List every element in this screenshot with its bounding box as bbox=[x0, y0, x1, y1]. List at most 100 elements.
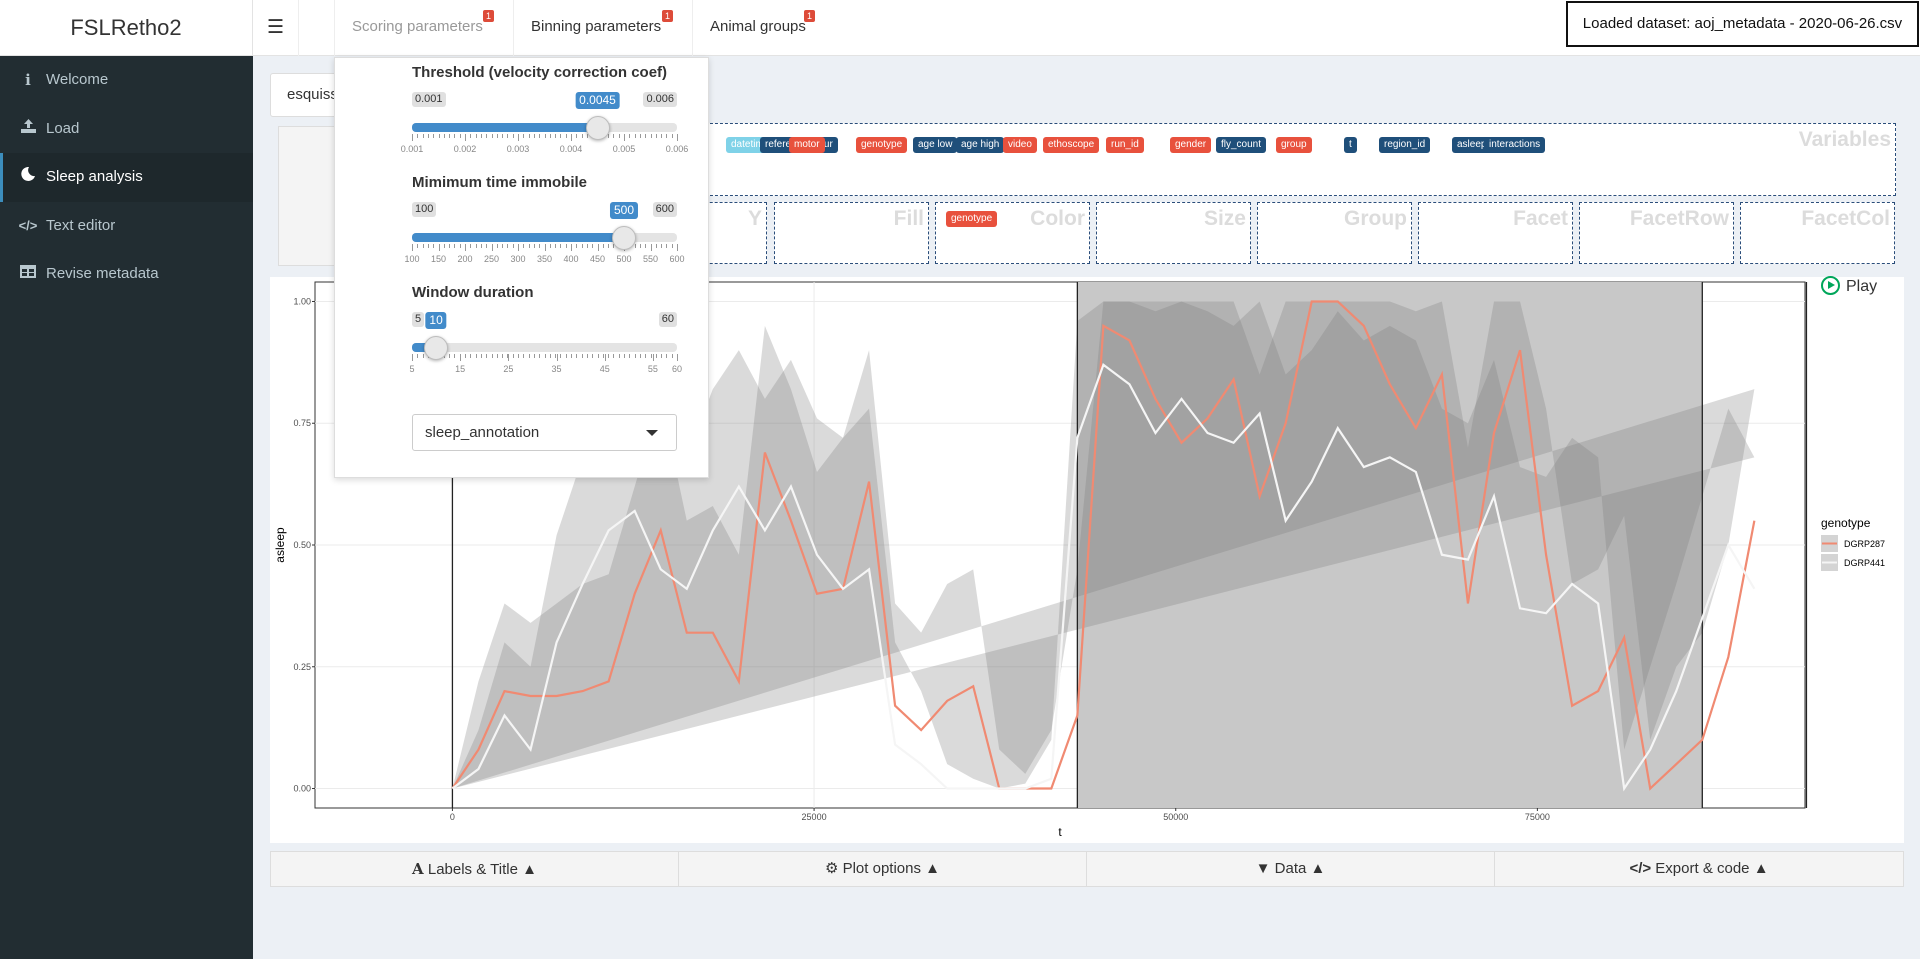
dropzone-color[interactable]: Color genotype bbox=[935, 202, 1090, 264]
data-label: Data bbox=[1274, 860, 1307, 877]
sidebar-item-label: Load bbox=[46, 119, 80, 137]
slider-title: Mimimum time immobile bbox=[412, 174, 588, 191]
slider-handle[interactable] bbox=[424, 336, 449, 360]
slider-1[interactable]: Mimimum time immobile 100 600 500 100 150 200 2… bbox=[404, 174, 684, 264]
info-icon: i bbox=[25, 71, 31, 89]
sidebar-toggle-button[interactable]: ☰ bbox=[253, 0, 299, 56]
dropzone-title: Facet bbox=[1513, 207, 1568, 230]
slider-ticks bbox=[412, 134, 678, 142]
caret-up-icon: ▲ bbox=[925, 860, 941, 877]
slider-track[interactable] bbox=[412, 343, 677, 352]
variable-chip-interactions[interactable]: interactions bbox=[1484, 137, 1546, 153]
y-tick-label: 0.00 bbox=[293, 784, 311, 794]
variable-chip-group[interactable]: group bbox=[1276, 137, 1312, 153]
slider-tick-label: 35 bbox=[551, 364, 562, 374]
top-navbar: FSLRetho2 ☰ Scoring parameters 1 Binning… bbox=[0, 0, 1920, 56]
play-button[interactable]: Play bbox=[1821, 276, 1877, 296]
export-code-button[interactable]: </> Export & code ▲ bbox=[1494, 851, 1904, 887]
tab-binning-parameters[interactable]: Binning parameters 1 bbox=[513, 0, 690, 56]
slider-tick-label: 5 bbox=[409, 364, 415, 374]
sidebar-item-text-editor[interactable]: </> Text editor bbox=[0, 202, 253, 251]
dropzone-facet[interactable]: Facet bbox=[1418, 202, 1573, 264]
variables-dropzone[interactable]: Variables datetimereference_hourmotorgen… bbox=[690, 123, 1896, 196]
variable-chip-gender[interactable]: gender bbox=[1170, 137, 1212, 153]
slider-value: 500 bbox=[609, 202, 639, 219]
slider-2[interactable]: Window duration 5 60 10 5 15 25 35 45 55 60 bbox=[409, 284, 682, 374]
variable-chip-t[interactable]: t bbox=[1344, 137, 1357, 153]
slider-tick-label: 200 bbox=[457, 254, 473, 264]
caret-down-icon bbox=[646, 430, 658, 436]
variable-chip-genotype[interactable]: genotype bbox=[856, 137, 908, 153]
dropzone-group[interactable]: Group bbox=[1257, 202, 1412, 264]
tab-scoring-parameters[interactable]: Scoring parameters 1 bbox=[334, 0, 511, 56]
caret-up-icon: ▲ bbox=[522, 861, 537, 878]
slider-tick-label: 300 bbox=[510, 254, 526, 264]
annotation-select[interactable]: sleep_annotation bbox=[412, 414, 677, 451]
sidebar-item-welcome[interactable]: i Welcome bbox=[0, 56, 253, 105]
x-tick-label: 75000 bbox=[1525, 812, 1550, 822]
y-tick-label: 0.50 bbox=[293, 540, 311, 550]
play-label: Play bbox=[1846, 278, 1878, 295]
dropzone-title: Color bbox=[1030, 207, 1085, 230]
variable-chip-video[interactable]: video bbox=[1003, 137, 1037, 153]
notification-badge: 1 bbox=[662, 10, 674, 22]
table-icon bbox=[18, 250, 38, 298]
variable-chip-age-high[interactable]: age high bbox=[956, 137, 1005, 153]
dropzone-facetrow[interactable]: FacetRow bbox=[1579, 202, 1734, 264]
variable-chip-fly-count[interactable]: fly_count bbox=[1216, 137, 1267, 153]
slider-tick-label: 0.004 bbox=[559, 144, 583, 154]
x-tick-label: 25000 bbox=[802, 812, 827, 822]
slider-max: 600 bbox=[652, 202, 677, 217]
slider-handle[interactable] bbox=[612, 226, 636, 250]
slider-value: 10 bbox=[425, 312, 447, 329]
tab-animal-groups-label: Animal groups bbox=[710, 18, 806, 35]
slider-ticks bbox=[412, 354, 678, 362]
slider-max: 0.006 bbox=[643, 92, 677, 107]
dropzone-title: FacetCol bbox=[1801, 207, 1890, 230]
dropzone-facetcol[interactable]: FacetCol bbox=[1740, 202, 1895, 264]
slider-tick-label: 150 bbox=[430, 254, 447, 264]
tab-animal-groups[interactable]: Animal groups 1 bbox=[692, 0, 832, 56]
data-button[interactable]: ▼ Data ▲ bbox=[1086, 851, 1495, 887]
variable-chip-run-id[interactable]: run_id bbox=[1106, 137, 1144, 153]
slider-tick-label: 45 bbox=[599, 364, 610, 374]
variable-chip-motor[interactable]: motor bbox=[789, 137, 825, 153]
export-code-label: Export & code bbox=[1655, 860, 1750, 877]
slider-min: 5 bbox=[412, 312, 425, 327]
plot-options-button[interactable]: ⚙ Plot options ▲ bbox=[678, 851, 1087, 887]
sidebar-item-revise-metadata[interactable]: Revise metadata bbox=[0, 250, 253, 299]
tab-binning-parameters-label: Binning parameters bbox=[531, 18, 662, 35]
slider-tick-label: 600 bbox=[669, 254, 685, 264]
legend-label: DGRP287 bbox=[1844, 539, 1885, 549]
dropzone-fill[interactable]: Fill bbox=[774, 202, 929, 264]
slider-fill bbox=[412, 123, 598, 132]
slider-ticks bbox=[412, 244, 678, 252]
slider-tick-label: 450 bbox=[589, 254, 606, 264]
slider-tick-label: 500 bbox=[616, 254, 632, 264]
y-tick-label: 1.00 bbox=[293, 296, 311, 306]
notification-badge: 1 bbox=[483, 10, 495, 22]
y-axis-label: asleep bbox=[273, 527, 287, 563]
labels-title-button[interactable]: A Labels & Title ▲ bbox=[270, 851, 679, 887]
sidebar-item-sleep-analysis[interactable]: Sleep analysis bbox=[0, 153, 253, 202]
dropzone-size[interactable]: Size bbox=[1096, 202, 1251, 264]
variable-chip-region-id[interactable]: region_id bbox=[1379, 137, 1431, 153]
legend-title: genotype bbox=[1821, 516, 1871, 530]
y-tick-label: 0.75 bbox=[293, 418, 311, 428]
slider-title: Window duration bbox=[412, 284, 534, 301]
slider-tick-label: 0.003 bbox=[506, 144, 530, 154]
variable-chip-age-low[interactable]: age low bbox=[913, 137, 958, 153]
slider-min: 100 bbox=[412, 202, 437, 217]
slider-min: 0.001 bbox=[412, 92, 446, 107]
caret-up-icon: ▲ bbox=[1310, 860, 1326, 877]
slider-max: 60 bbox=[658, 312, 677, 327]
slider-tick-label: 0.001 bbox=[400, 144, 424, 154]
dropzone-title: Size bbox=[1203, 207, 1246, 230]
annotation-select-value: sleep_annotation bbox=[425, 424, 540, 441]
slider-0[interactable]: Threshold (velocity correction coef) 0.00… bbox=[401, 64, 689, 154]
x-axis-label: t bbox=[1058, 825, 1062, 839]
sidebar-item-load[interactable]: Load bbox=[0, 105, 253, 154]
slider-handle[interactable] bbox=[585, 116, 610, 140]
variable-chip-ethoscope[interactable]: ethoscope bbox=[1043, 137, 1100, 153]
variable-chip-genotype[interactable]: genotype bbox=[946, 211, 998, 227]
